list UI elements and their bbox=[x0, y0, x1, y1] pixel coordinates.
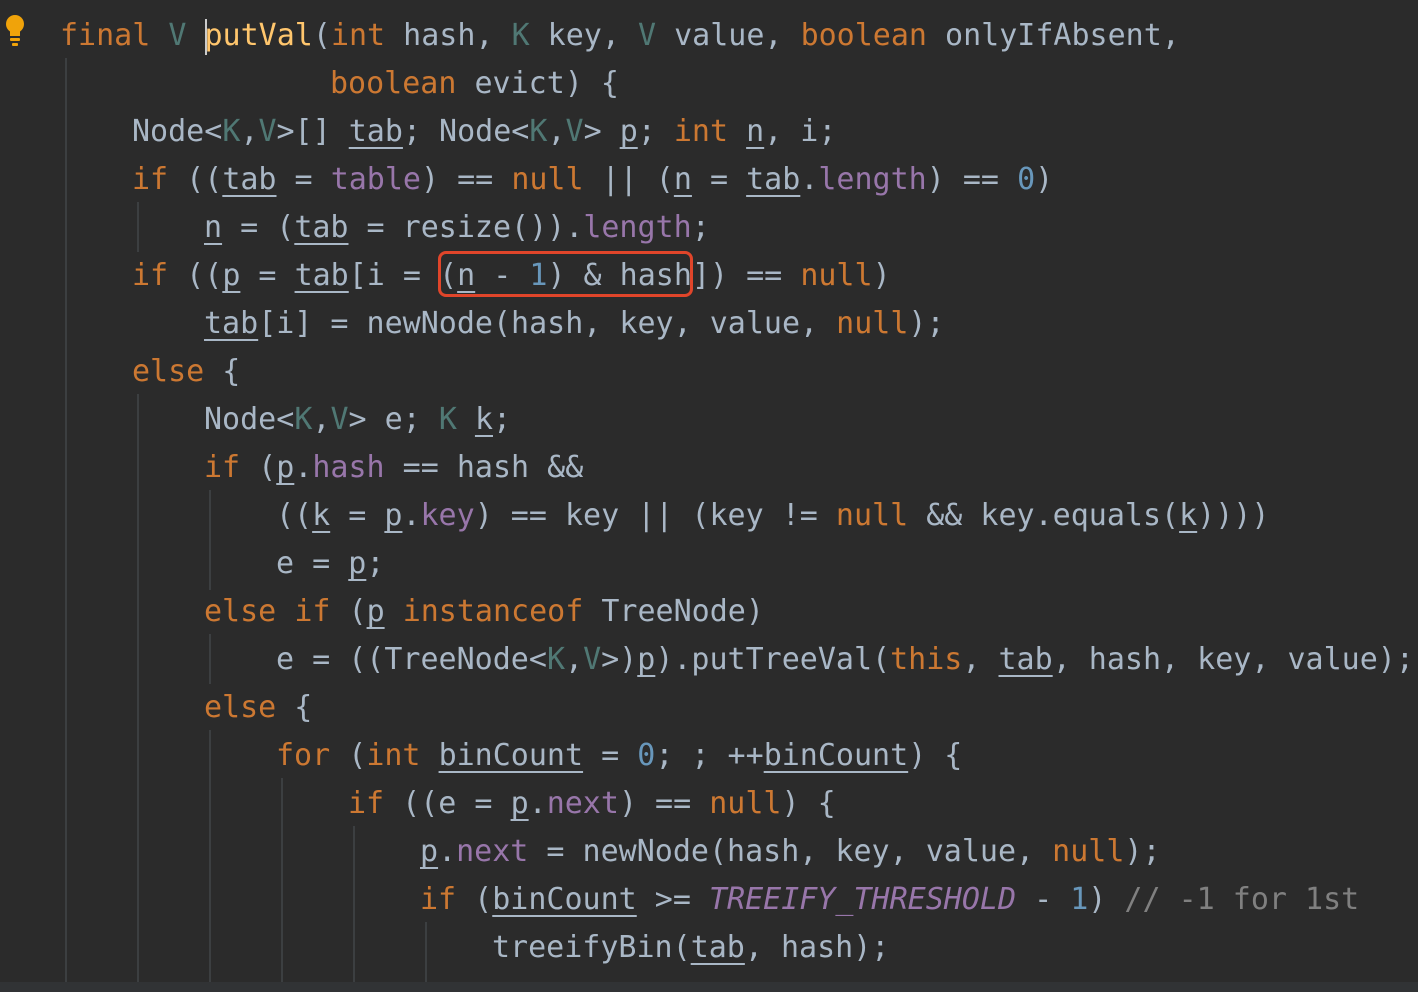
indent-guide bbox=[65, 58, 67, 982]
code-line-4[interactable]: if ((tab = table) == null || (n = tab.le… bbox=[132, 156, 1053, 204]
code-line-17[interactable]: if ((e = p.next) == null) { bbox=[348, 780, 836, 828]
code-line-19[interactable]: if (binCount >= TREEIFY_THRESHOLD - 1) /… bbox=[420, 876, 1359, 924]
indent-guide bbox=[281, 778, 283, 982]
indent-guide bbox=[353, 826, 355, 982]
code-line-7[interactable]: tab[i] = newNode(hash, key, value, null)… bbox=[204, 300, 945, 348]
indent-guide bbox=[209, 634, 211, 684]
code-line-15[interactable]: else { bbox=[204, 684, 312, 732]
indent-guide bbox=[137, 202, 139, 252]
indent-guide bbox=[209, 490, 211, 590]
code-line-14[interactable]: e = ((TreeNode<K,V>)p).putTreeVal(this, … bbox=[276, 636, 1414, 684]
indent-guide bbox=[209, 730, 211, 982]
code-line-16[interactable]: for (int binCount = 0; ; ++binCount) { bbox=[276, 732, 962, 780]
code-line-3[interactable]: Node<K,V>[] tab; Node<K,V> p; int n, i; bbox=[132, 108, 836, 156]
code-line-18[interactable]: p.next = newNode(hash, key, value, null)… bbox=[420, 828, 1161, 876]
indent-guide bbox=[425, 922, 427, 982]
code-line-2[interactable]: boolean evict) { bbox=[330, 60, 619, 108]
code-line-8[interactable]: else { bbox=[132, 348, 240, 396]
code-line-20[interactable]: treeifyBin(tab, hash); bbox=[492, 924, 889, 972]
code-line-11[interactable]: ((k = p.key) == key || (key != null && k… bbox=[276, 492, 1269, 540]
code-editor[interactable]: final V putVal(int hash, K key, V value,… bbox=[0, 0, 1418, 992]
code-line-13[interactable]: else if (p instanceof TreeNode) bbox=[204, 588, 764, 636]
horizontal-scrollbar-track[interactable] bbox=[0, 982, 1418, 992]
code-line-12[interactable]: e = p; bbox=[276, 540, 384, 588]
code-line-10[interactable]: if (p.hash == hash && bbox=[204, 444, 583, 492]
highlight-box bbox=[438, 251, 693, 297]
code-line-1[interactable]: final V putVal(int hash, K key, V value,… bbox=[60, 12, 1180, 60]
code-line-5[interactable]: n = (tab = resize()).length; bbox=[204, 204, 710, 252]
indent-guide bbox=[137, 394, 139, 982]
method-signature-1: (int hash, K key, V value, boolean onlyI… bbox=[312, 18, 1180, 53]
lightbulb-icon[interactable] bbox=[4, 14, 26, 48]
code-line-9[interactable]: Node<K,V> e; K k; bbox=[204, 396, 511, 444]
